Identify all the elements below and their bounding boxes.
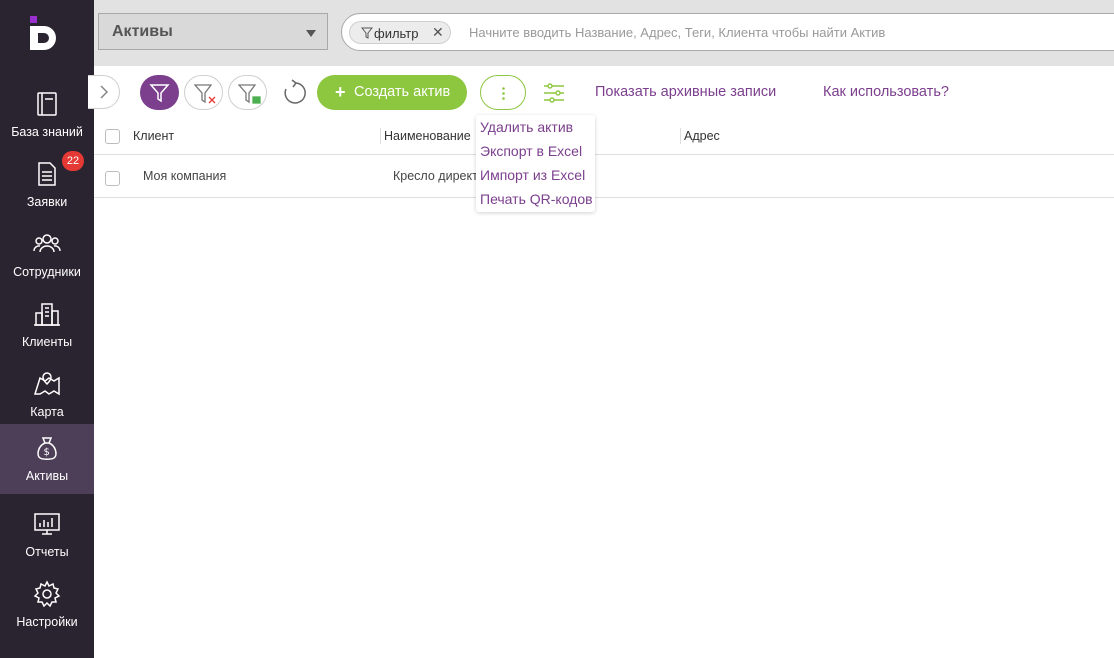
refresh-icon[interactable] xyxy=(280,78,308,108)
filter-button[interactable] xyxy=(140,75,179,110)
section-select-value: Активы xyxy=(112,23,173,40)
clear-filter-button[interactable] xyxy=(184,75,223,110)
column-header-name[interactable]: Наименование xyxy=(384,129,471,143)
column-divider xyxy=(680,128,681,144)
expand-panel-button[interactable] xyxy=(88,75,120,109)
buildings-icon xyxy=(34,303,60,326)
chevron-right-icon xyxy=(100,85,109,99)
filter-icon xyxy=(361,27,373,39)
menu-item-export-excel[interactable]: Экспорт в Excel xyxy=(480,143,582,159)
close-icon[interactable]: ✕ xyxy=(432,24,444,41)
book-icon xyxy=(37,92,57,116)
filter-save-icon xyxy=(238,84,261,104)
app-root: База знаний Заявки 22 Сотрудники Клиенты xyxy=(0,0,1114,658)
show-archive-link[interactable]: Показать архивные записи xyxy=(595,84,776,100)
sidebar-item-employees[interactable]: Сотрудники xyxy=(0,220,94,290)
more-actions-menu: Удалить актив Экспорт в Excel Импорт из … xyxy=(476,115,595,212)
sidebar-item-label: Клиенты xyxy=(21,335,73,349)
requests-count-badge: 22 xyxy=(62,151,84,171)
filter-icon xyxy=(149,84,170,103)
sidebar-item-label: База знаний xyxy=(11,125,83,139)
sidebar-item-label: Отчеты xyxy=(25,545,69,559)
section-select[interactable]: Активы xyxy=(98,13,328,50)
people-icon xyxy=(33,234,61,253)
sidebar-item-label: Настройки xyxy=(16,615,78,629)
vertical-dots-icon xyxy=(502,87,505,100)
sidebar: База знаний Заявки 22 Сотрудники Клиенты xyxy=(0,0,94,658)
sidebar-item-assets[interactable]: $ Активы xyxy=(0,424,94,494)
cell-name: Кресло директ xyxy=(393,169,478,183)
chart-monitor-icon xyxy=(34,513,60,535)
top-bar: Активы фильтр ✕ Начните вводить Название… xyxy=(94,0,1114,66)
sidebar-item-settings[interactable]: Настройки xyxy=(0,570,94,640)
menu-item-print-qr[interactable]: Печать QR-кодов xyxy=(480,191,593,207)
sidebar-item-label: Заявки xyxy=(26,195,68,209)
sidebar-item-label: Сотрудники xyxy=(13,265,81,279)
column-header-address[interactable]: Адрес xyxy=(684,129,720,143)
gear-icon xyxy=(33,580,61,608)
svg-text:$: $ xyxy=(44,447,50,458)
menu-item-import-excel[interactable]: Импорт из Excel xyxy=(480,167,585,183)
row-checkbox[interactable] xyxy=(105,171,120,186)
sidebar-item-label: Активы xyxy=(25,469,69,483)
sidebar-item-clients[interactable]: Клиенты xyxy=(0,290,94,360)
search-input[interactable]: фильтр ✕ Начните вводить Название, Адрес… xyxy=(341,13,1114,51)
filter-chip-label: фильтр xyxy=(374,26,419,41)
filter-chip[interactable]: фильтр ✕ xyxy=(349,21,451,44)
map-icon xyxy=(33,372,60,396)
save-filter-button[interactable] xyxy=(228,75,267,110)
logo-icon[interactable] xyxy=(28,14,68,54)
filter-clear-icon xyxy=(194,84,216,104)
sidebar-item-label: Карта xyxy=(30,405,64,419)
sidebar-item-knowledge-base[interactable]: База знаний xyxy=(0,80,94,150)
search-placeholder: Начните вводить Название, Адрес, Теги, К… xyxy=(469,25,886,40)
column-header-client[interactable]: Клиент xyxy=(133,129,174,143)
how-to-use-link[interactable]: Как использовать? xyxy=(823,84,949,100)
create-asset-label: Создать актив xyxy=(354,84,451,100)
table-header: Клиент Наименование Адрес xyxy=(94,118,1114,155)
money-bag-icon: $ xyxy=(37,437,57,460)
menu-item-delete-asset[interactable]: Удалить актив xyxy=(480,119,573,135)
sidebar-item-reports[interactable]: Отчеты xyxy=(0,500,94,570)
create-asset-button[interactable]: + Создать актив xyxy=(317,75,467,110)
select-all-checkbox[interactable] xyxy=(105,129,120,144)
sliders-icon[interactable] xyxy=(542,82,566,104)
column-divider xyxy=(380,128,381,144)
cell-client: Моя компания xyxy=(143,169,227,183)
table-row[interactable]: Моя компания Кресло директ xyxy=(94,156,1114,198)
plus-icon: + xyxy=(335,82,346,102)
document-icon xyxy=(38,162,56,186)
sidebar-item-map[interactable]: Карта xyxy=(0,360,94,430)
more-actions-button[interactable] xyxy=(480,75,526,110)
chevron-down-icon xyxy=(306,30,316,37)
